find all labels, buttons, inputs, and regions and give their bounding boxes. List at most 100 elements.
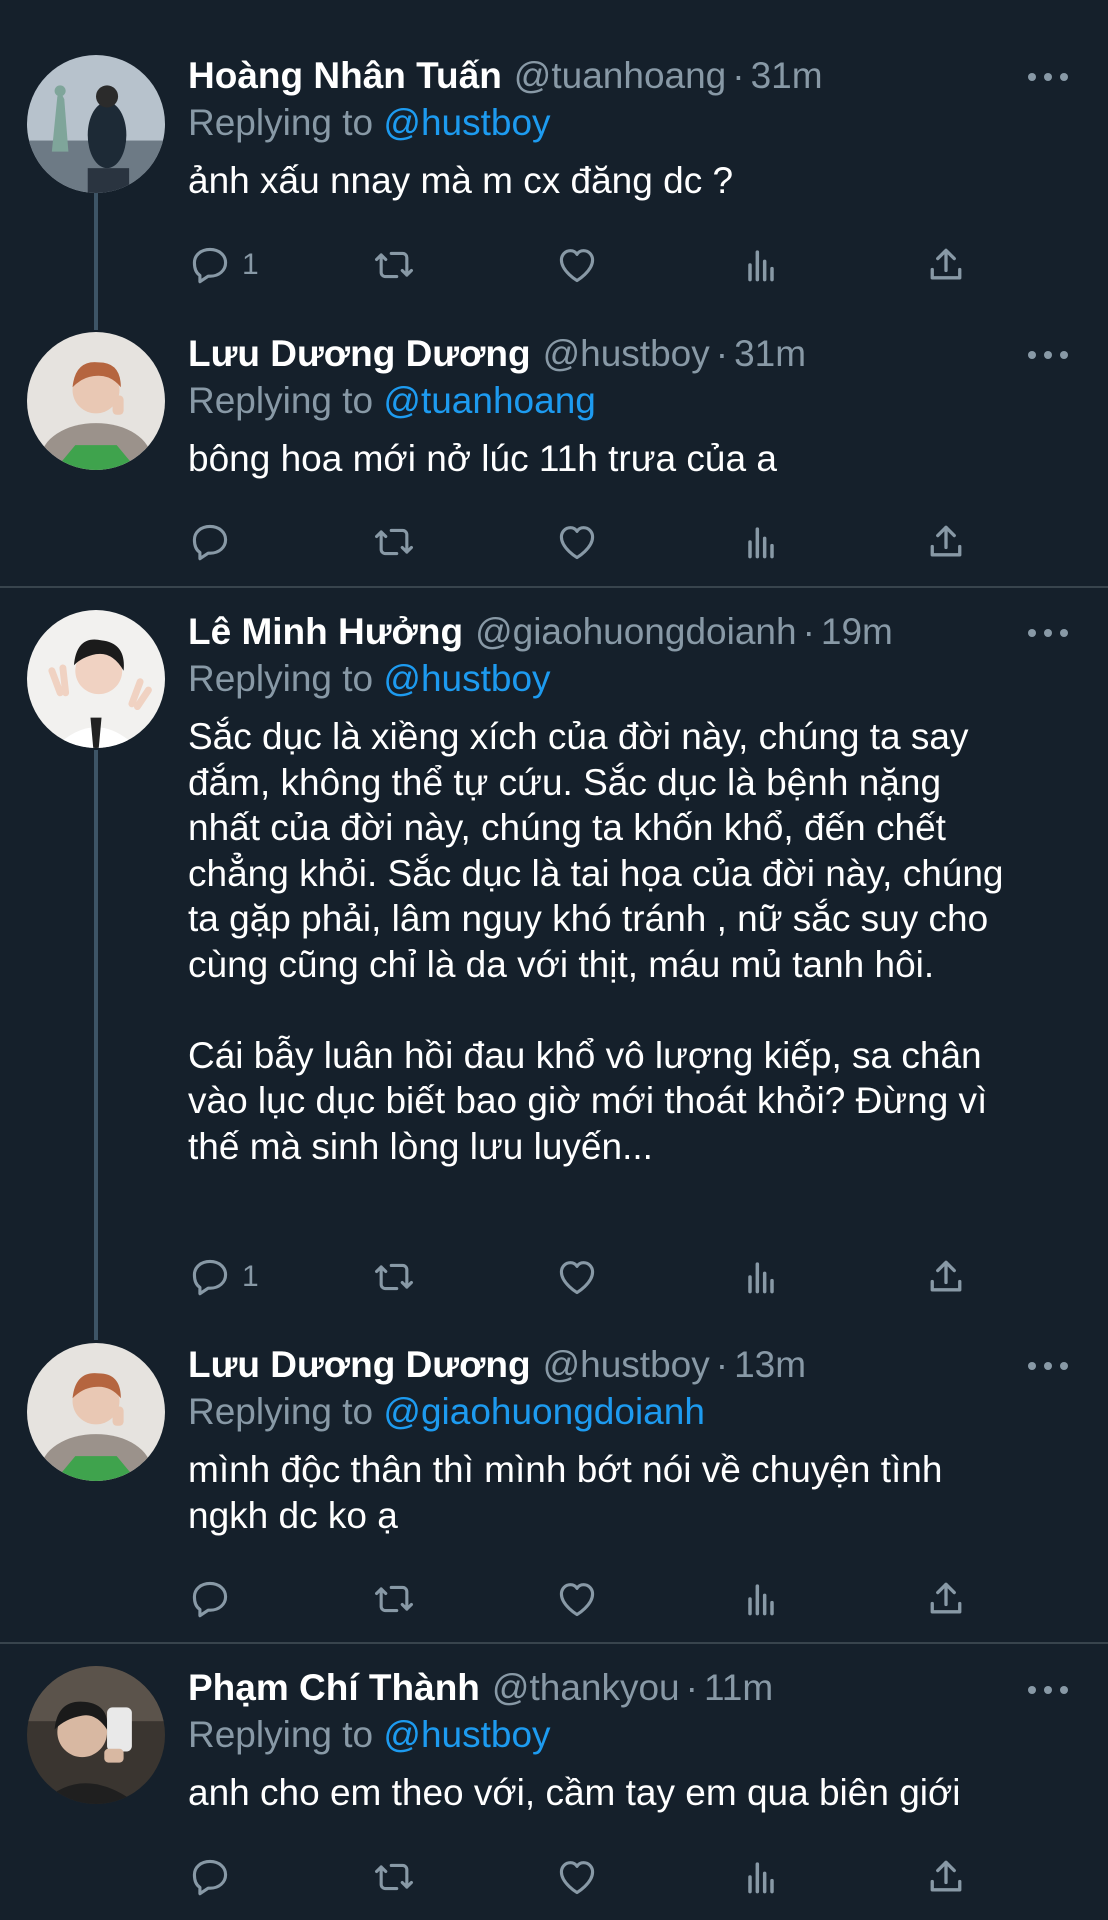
tweet-text: bông hoa mới nở lúc 11h trưa của a — [188, 438, 777, 479]
share-icon — [930, 1582, 962, 1614]
user-handle[interactable]: @tuanhoang — [514, 52, 726, 100]
like-button[interactable] — [555, 241, 599, 289]
user-handle[interactable]: @hustboy — [543, 1341, 710, 1389]
separator-dot: · — [685, 1667, 698, 1708]
more-icon[interactable] — [1028, 1359, 1068, 1373]
replying-to-mention[interactable]: @tuanhoang — [383, 380, 595, 421]
tweet-header: Phạm Chí Thành @thankyou · 11m — [188, 1664, 1068, 1712]
avatar[interactable] — [27, 1666, 165, 1804]
tweet-header: Lưu Dương Dương @hustboy · 31m — [188, 330, 1068, 378]
replying-to-line: Replying to @tuanhoang — [188, 378, 1068, 424]
replying-prefix: Replying to — [188, 658, 374, 699]
thread-connector — [94, 190, 98, 330]
timestamp[interactable]: 13m — [734, 1341, 806, 1389]
reply-button[interactable]: 1 — [188, 1253, 259, 1301]
thread-connector — [94, 750, 98, 1340]
like-button[interactable] — [555, 518, 599, 566]
avatar[interactable] — [27, 55, 165, 193]
reply-button[interactable] — [188, 518, 242, 566]
display-name[interactable]: Lưu Dương Dương — [188, 1341, 531, 1389]
share-icon — [930, 248, 962, 280]
like-button[interactable] — [555, 1853, 599, 1901]
tweet-text: Sắc dục là xiềng xích của đời này, chúng… — [188, 716, 1004, 1167]
replying-to-mention[interactable]: @giaohuongdoianh — [383, 1391, 705, 1432]
avatar[interactable] — [27, 332, 165, 470]
tweet-header: Lê Minh Hưởng @giaohuongdoianh · 19m — [188, 608, 1068, 656]
share-button[interactable] — [924, 1853, 968, 1901]
heart-icon — [559, 1583, 595, 1617]
replying-to-line: Replying to @hustboy — [188, 100, 1068, 146]
views-button[interactable] — [739, 1575, 783, 1623]
views-icon — [748, 1262, 774, 1294]
avatar[interactable] — [27, 1343, 165, 1481]
avatar[interactable] — [27, 610, 165, 748]
share-button[interactable] — [924, 1575, 968, 1623]
action-bar: 1 — [188, 1253, 988, 1301]
share-button[interactable] — [924, 241, 968, 289]
display-name[interactable]: Lưu Dương Dương — [188, 330, 531, 378]
views-button[interactable] — [739, 1853, 783, 1901]
replying-prefix: Replying to — [188, 1391, 374, 1432]
reply-icon — [192, 247, 228, 284]
share-button[interactable] — [924, 1253, 968, 1301]
action-bar — [188, 1575, 988, 1623]
retweet-icon — [375, 251, 413, 279]
retweet-button[interactable] — [372, 1253, 416, 1301]
tweet-header: Lưu Dương Dương @hustboy · 13m — [188, 1341, 1068, 1389]
retweet-button[interactable] — [372, 241, 416, 289]
thread-divider — [0, 586, 1108, 588]
user-handle[interactable]: @hustboy — [543, 330, 710, 378]
like-button[interactable] — [555, 1575, 599, 1623]
separator-dot: · — [732, 55, 745, 96]
replying-prefix: Replying to — [188, 102, 374, 143]
user-handle[interactable]: @thankyou — [492, 1664, 680, 1712]
share-icon — [930, 525, 962, 557]
replying-to-mention[interactable]: @hustboy — [383, 1714, 550, 1755]
replying-prefix: Replying to — [188, 1714, 374, 1755]
thread-divider — [0, 1642, 1108, 1644]
replying-to-line: Replying to @hustboy — [188, 656, 1068, 702]
reply-icon — [192, 1859, 228, 1896]
share-button[interactable] — [924, 518, 968, 566]
retweet-icon — [375, 1263, 413, 1291]
reply-count: 1 — [242, 248, 259, 281]
replying-to-mention[interactable]: @hustboy — [383, 102, 550, 143]
retweet-button[interactable] — [372, 1575, 416, 1623]
views-button[interactable] — [739, 1253, 783, 1301]
reply-thread-feed: Hoàng Nhân Tuấn @tuanhoang · 31m Replyin… — [0, 0, 1108, 1920]
timestamp[interactable]: 31m — [751, 52, 823, 100]
share-icon — [930, 1860, 962, 1892]
timestamp[interactable]: 11m — [704, 1664, 773, 1712]
separator-dot: · — [802, 611, 815, 652]
user-handle[interactable]: @giaohuongdoianh — [475, 608, 797, 656]
more-icon[interactable] — [1028, 626, 1068, 640]
more-icon[interactable] — [1028, 70, 1068, 84]
action-bar — [188, 518, 988, 566]
retweet-icon — [375, 1863, 413, 1891]
views-button[interactable] — [739, 241, 783, 289]
reply-button[interactable] — [188, 1575, 242, 1623]
separator-dot: · — [715, 333, 729, 374]
like-button[interactable] — [555, 1253, 599, 1301]
more-icon[interactable] — [1028, 348, 1068, 362]
timestamp[interactable]: 31m — [734, 330, 806, 378]
reply-icon — [192, 1581, 228, 1618]
display-name[interactable]: Hoàng Nhân Tuấn — [188, 52, 502, 100]
tweet-text: mình độc thân thì mình bớt nói về chuyện… — [188, 1449, 943, 1536]
views-button[interactable] — [739, 518, 783, 566]
display-name[interactable]: Lê Minh Hưởng — [188, 608, 463, 656]
heart-icon — [559, 249, 595, 283]
timestamp[interactable]: 19m — [821, 608, 893, 656]
display-name[interactable]: Phạm Chí Thành — [188, 1664, 480, 1712]
replying-prefix: Replying to — [188, 380, 374, 421]
retweet-button[interactable] — [372, 1853, 416, 1901]
action-bar: 1 — [188, 241, 988, 289]
retweet-icon — [375, 528, 413, 556]
replying-to-mention[interactable]: @hustboy — [383, 658, 550, 699]
reply-button[interactable] — [188, 1853, 242, 1901]
more-icon[interactable] — [1028, 1683, 1068, 1697]
reply-icon — [192, 1259, 228, 1296]
retweet-button[interactable] — [372, 518, 416, 566]
tweet-text: anh cho em theo với, cầm tay em qua biên… — [188, 1772, 961, 1813]
reply-button[interactable]: 1 — [188, 241, 259, 289]
